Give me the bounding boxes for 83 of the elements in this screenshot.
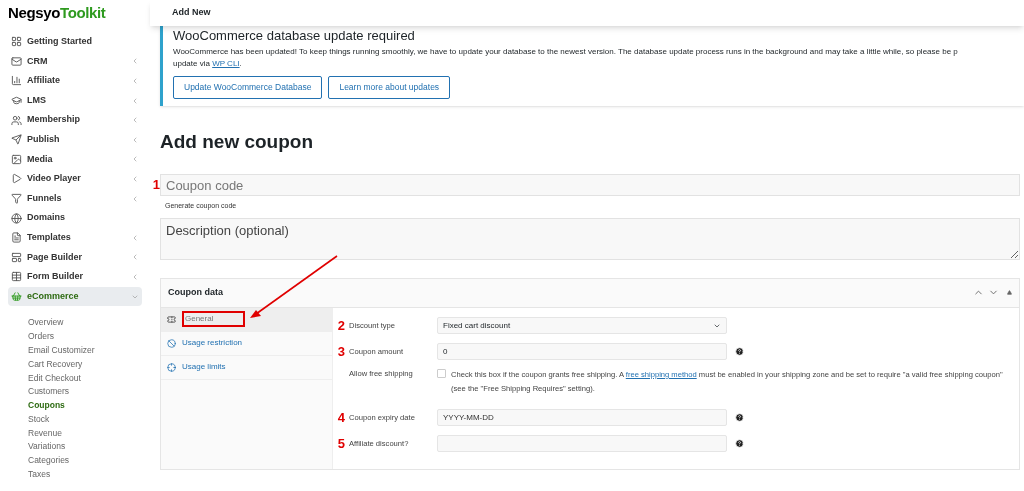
collapse-icon[interactable]: [1007, 290, 1012, 295]
coupon-tab[interactable]: Usage limits: [161, 355, 332, 380]
chevron-icon: [131, 135, 139, 144]
submenu-item[interactable]: Variations: [28, 440, 142, 455]
help-icon[interactable]: [735, 347, 744, 356]
panel-title: Coupon data: [168, 285, 224, 299]
menu-icon: [11, 193, 22, 205]
menu-icon: [11, 271, 22, 283]
menu-icon: [11, 95, 22, 107]
submenu-item[interactable]: Revenue: [28, 426, 142, 441]
menu-icon: [11, 36, 22, 48]
sidebar-item[interactable]: Templates: [8, 227, 142, 248]
chevron-icon: [131, 174, 139, 183]
sidebar-item[interactable]: CRM: [8, 51, 142, 72]
chevron-icon: [131, 194, 139, 203]
chevron-icon: [131, 116, 139, 125]
submenu-item[interactable]: Coupons: [28, 399, 142, 413]
submenu-item[interactable]: Customers: [28, 385, 142, 400]
submenu-item[interactable]: Edit Checkout: [28, 371, 142, 386]
menu-icon: [11, 291, 22, 302]
menu-icon: [11, 173, 22, 185]
checkbox[interactable]: [437, 368, 446, 378]
chevron-icon: [131, 96, 139, 105]
menu-icon: [11, 55, 22, 67]
chevron-icon: [131, 77, 139, 85]
sidebar-item[interactable]: Form Builder: [8, 267, 142, 287]
page-title: Add new coupon: [160, 130, 315, 154]
menu-icon: [11, 232, 22, 244]
text-field[interactable]: [437, 435, 727, 452]
sidebar-item[interactable]: Membership: [8, 110, 142, 130]
menu-icon: [11, 153, 22, 165]
notice-button[interactable]: Learn more about updates: [328, 76, 451, 99]
chevron-icon: [131, 253, 139, 262]
menu-icon: [11, 134, 22, 146]
description-field[interactable]: Description (optional): [160, 217, 1020, 260]
submenu-item[interactable]: Orders: [28, 330, 142, 344]
sidebar-item[interactable]: Getting Started: [8, 32, 142, 52]
help-icon[interactable]: [735, 413, 744, 422]
tab-icon: [167, 362, 176, 372]
annotation-number: 4: [337, 409, 345, 425]
chevron-icon: [131, 57, 139, 66]
menu-icon: [11, 212, 22, 224]
chevron-icon: [131, 272, 139, 281]
submenu-item[interactable]: Cart Recovery: [28, 357, 142, 372]
sidebar-item[interactable]: eCommerce: [8, 286, 142, 307]
tab-icon: [167, 314, 176, 324]
notice-title: WooCommerce database update required: [173, 28, 416, 43]
discount-type-select[interactable]: Fixed cart discount: [437, 317, 727, 334]
annotation-number: 2: [337, 317, 345, 333]
sidebar-item[interactable]: Video Player: [8, 169, 142, 189]
coupon-tab[interactable]: Usage restriction: [161, 331, 332, 356]
logo[interactable]: NegsyoToolkit: [8, 1, 106, 25]
text-field[interactable]: YYYY-MM-DD: [437, 409, 727, 426]
sidebar-item[interactable]: Affiliate: [8, 71, 142, 91]
submenu-item[interactable]: Overview: [28, 316, 142, 331]
submenu-item[interactable]: Categories: [28, 454, 142, 469]
header-title: Add New: [172, 6, 211, 20]
text-field[interactable]: 0: [437, 343, 727, 360]
chevron-icon: [131, 155, 139, 164]
menu-icon: [11, 114, 22, 126]
sidebar-item[interactable]: Funnels: [8, 188, 142, 209]
submenu-item[interactable]: Stock: [28, 412, 142, 427]
menu-icon: [11, 251, 22, 263]
help-icon[interactable]: [735, 439, 744, 448]
coupon-tab[interactable]: General: [161, 307, 332, 332]
chevron-icon: [131, 233, 139, 242]
annotation-number: 3: [337, 343, 345, 359]
submenu-item[interactable]: Email Customizer: [28, 343, 142, 358]
annotation-number: 1: [152, 177, 160, 193]
sidebar-item[interactable]: Publish: [8, 129, 142, 150]
annotation-number: 5: [337, 435, 345, 451]
notice-button[interactable]: Update WooCommerce Database: [173, 76, 323, 99]
tab-icon: [167, 338, 176, 348]
sidebar-item[interactable]: Page Builder: [8, 247, 142, 268]
notice-text: WooCommerce has been updated! To keep things running smoothly, we have to update your database to the newest version. The database update process runs in the background and may take a little while, so please be p: [173, 46, 959, 58]
notice-text: update via WP CLI.: [173, 58, 243, 69]
sidebar-item[interactable]: Domains: [8, 208, 142, 228]
menu-icon: [11, 75, 22, 87]
sidebar-item[interactable]: Media: [8, 149, 142, 170]
wp-cli-link[interactable]: WP CLI: [212, 59, 240, 68]
submenu-item[interactable]: Taxes: [28, 468, 142, 482]
sidebar-item[interactable]: LMS: [8, 90, 142, 111]
coupon-code-field[interactable]: Coupon code: [160, 174, 1020, 196]
